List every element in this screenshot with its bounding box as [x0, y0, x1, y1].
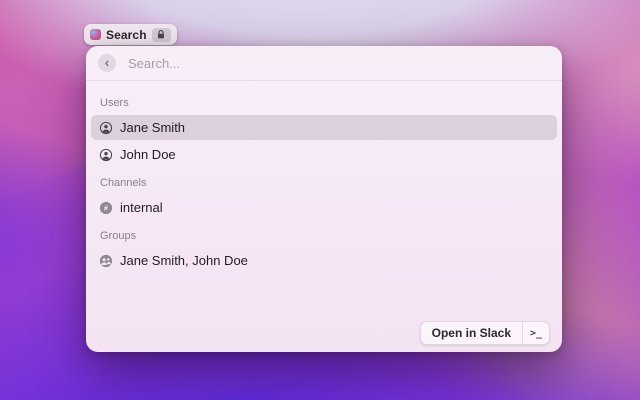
section-header-users: Users [100, 97, 129, 109]
chevron-left-icon: ‹ [104, 54, 110, 70]
list-item-label: Jane Smith, John Doe [120, 253, 248, 268]
group-circle-icon [99, 254, 113, 267]
window-title-badge[interactable]: Search [84, 24, 177, 45]
terminal-prompt-icon: >_ [529, 327, 543, 339]
list-item-label: Jane Smith [120, 120, 186, 135]
back-button[interactable]: ‹ [98, 54, 116, 72]
search-input[interactable] [126, 54, 550, 72]
screen: Search ‹ Users Ja [0, 0, 640, 400]
open-in-slack-button[interactable]: Open in Slack >_ [419, 321, 550, 345]
window-title: Search [106, 27, 147, 42]
lock-icon [158, 30, 165, 39]
results-list: Users Jane Smith John Doe Channels # int… [86, 81, 562, 273]
section-header-groups: Groups [100, 230, 137, 242]
list-item-user[interactable]: John Doe [91, 142, 557, 167]
user-circle-icon [99, 148, 113, 161]
hash-circle-icon: # [99, 201, 113, 214]
list-item-label: internal [120, 200, 163, 215]
list-item-group[interactable]: Jane Smith, John Doe [91, 248, 557, 273]
open-in-slack-label: Open in Slack [431, 326, 511, 340]
user-circle-icon [99, 121, 113, 134]
search-bar: ‹ [86, 46, 562, 81]
app-icon [90, 29, 101, 40]
lock-chip [151, 27, 171, 42]
section-header-channels: Channels [100, 177, 147, 189]
list-item-label: John Doe [120, 147, 176, 162]
list-item-user[interactable]: Jane Smith [91, 115, 557, 140]
search-panel: ‹ Users Jane Smith [86, 46, 562, 352]
list-item-channel[interactable]: # internal [91, 195, 557, 220]
